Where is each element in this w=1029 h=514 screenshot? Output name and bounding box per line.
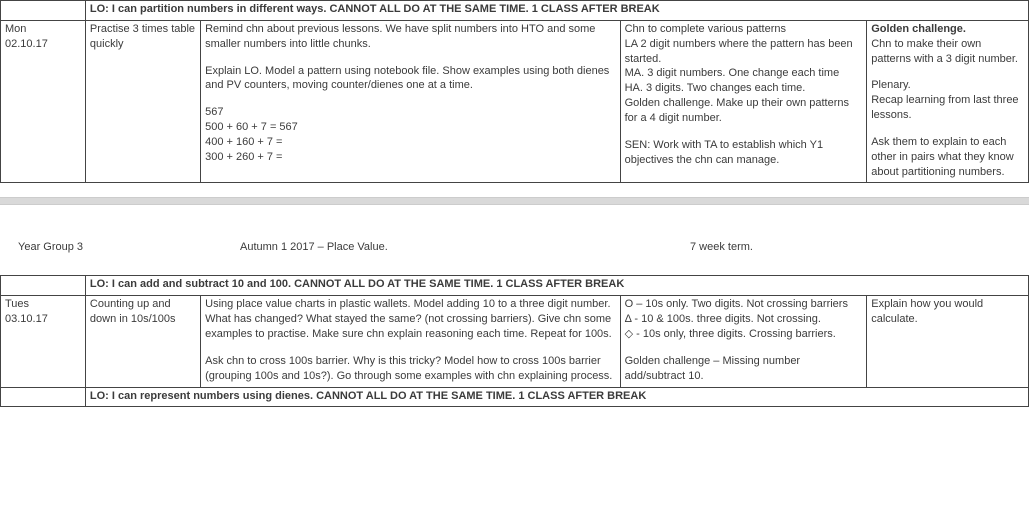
plenary-paragraph: Recap learning from last three lessons.: [871, 93, 1024, 123]
calc-line: 500 + 60 + 7 = 567: [205, 120, 615, 135]
main-cell: Using place value charts in plastic wall…: [201, 296, 620, 387]
main-paragraph: Explain LO. Model a pattern using notebo…: [205, 64, 615, 94]
plenary-paragraph: Plenary.: [871, 78, 1024, 93]
term-label: Autumn 1 2017 – Place Value.: [240, 241, 690, 253]
task-paragraph: Chn to complete various patterns: [625, 22, 863, 37]
task-paragraph: Golden challenge. Make up their own patt…: [625, 96, 863, 126]
date-cell: Tues 03.10.17: [1, 296, 86, 387]
task-paragraph: SEN: Work with TA to establish which Y1 …: [625, 138, 863, 168]
lesson-table-2: LO: I can add and subtract 10 and 100. C…: [0, 275, 1029, 407]
calc-line: 567: [205, 105, 615, 120]
main-paragraph: Ask chn to cross 100s barrier. Why is th…: [205, 354, 615, 384]
plenary-heading: Golden challenge.: [871, 22, 1024, 37]
lo-text-2: LO: I can add and subtract 10 and 100. C…: [85, 276, 1028, 296]
task-cell: O – 10s only. Two digits. Not crossing b…: [620, 296, 867, 387]
task-paragraph: Golden challenge – Missing number add/su…: [625, 354, 863, 384]
task-paragraph: ◇ - 10s only, three digits. Crossing bar…: [625, 327, 863, 342]
plenary-cell: Golden challenge. Chn to make their own …: [867, 20, 1029, 183]
starter-cell: Practise 3 times table quickly: [85, 20, 200, 183]
plenary-paragraph: Chn to make their own patterns with a 3 …: [871, 37, 1024, 67]
calc-line: 400 + 160 + 7 =: [205, 135, 615, 150]
plenary-cell: Explain how you would calculate.: [867, 296, 1029, 387]
calc-line: 300 + 260 + 7 =: [205, 150, 615, 165]
page-break: [0, 197, 1029, 205]
lesson-row-mon: Mon 02.10.17 Practise 3 times table quic…: [1, 20, 1029, 183]
task-paragraph: Δ - 10 & 100s. three digits. Not crossin…: [625, 312, 863, 327]
lo-row-2: LO: I can add and subtract 10 and 100. C…: [1, 276, 1029, 296]
year-group-label: Year Group 3: [10, 241, 240, 253]
lo-row-1: LO: I can partition numbers in different…: [1, 1, 1029, 21]
lo-row-3: LO: I can represent numbers using dienes…: [1, 387, 1029, 407]
task-paragraph: HA. 3 digits. Two changes each time.: [625, 81, 863, 96]
main-paragraph: Remind chn about previous lessons. We ha…: [205, 22, 615, 52]
task-paragraph: LA 2 digit numbers where the pattern has…: [625, 37, 863, 67]
lo-text-3: LO: I can represent numbers using dienes…: [85, 387, 1028, 407]
page-header: Year Group 3 Autumn 1 2017 – Place Value…: [0, 205, 1029, 275]
lo-text-1: LO: I can partition numbers in different…: [85, 1, 1028, 21]
date-label: 02.10.17: [5, 37, 81, 52]
lesson-row-tues: Tues 03.10.17 Counting up and down in 10…: [1, 296, 1029, 387]
date-label: 03.10.17: [5, 312, 81, 327]
task-cell: Chn to complete various patterns LA 2 di…: [620, 20, 867, 183]
main-paragraph: Using place value charts in plastic wall…: [205, 297, 615, 342]
starter-cell: Counting up and down in 10s/100s: [85, 296, 200, 387]
date-cell: Mon 02.10.17: [1, 20, 86, 183]
day-label: Tues: [5, 297, 81, 312]
weeks-label: 7 week term.: [690, 241, 753, 253]
plenary-paragraph: Ask them to explain to each other in pai…: [871, 135, 1024, 180]
task-paragraph: O – 10s only. Two digits. Not crossing b…: [625, 297, 863, 312]
lesson-table-1: LO: I can partition numbers in different…: [0, 0, 1029, 183]
task-paragraph: MA. 3 digit numbers. One change each tim…: [625, 66, 863, 81]
main-cell: Remind chn about previous lessons. We ha…: [201, 20, 620, 183]
day-label: Mon: [5, 22, 81, 37]
